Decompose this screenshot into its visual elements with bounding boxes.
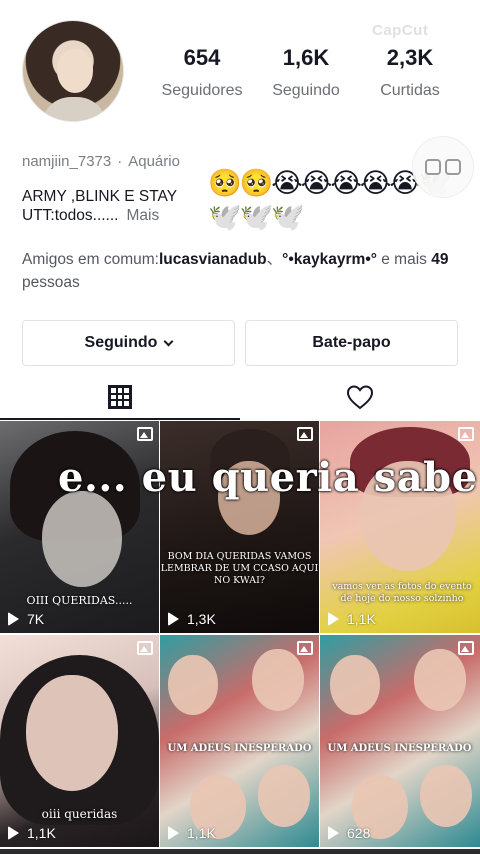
following-button[interactable]: Seguindo [22,320,235,366]
thumbnail-face [26,675,118,791]
play-icon [168,826,179,840]
video-tile[interactable]: OIII QUERIDAS..... 7K [0,421,159,633]
thumbnail-face [420,765,472,827]
view-count: 1,3K [168,611,216,627]
stat-followers[interactable]: 654 Seguidores [150,44,254,100]
next-row-strip [0,849,480,854]
profile-bio: ARMY ,BLINK E STAY UTT:todos...... Mais [22,187,177,225]
likes-label: Curtidas [380,82,440,99]
separator-dot: · [117,153,123,170]
watermark: CapCut [372,22,429,39]
mutual-friend-1: lucasvianadub [158,251,267,268]
play-icon [8,612,19,626]
floating-pip-button[interactable] [412,136,474,198]
thumbnail-face [414,649,466,711]
bio-more-link[interactable]: Mais [126,207,159,224]
username: namjiin_7373 [22,153,112,170]
view-count-value: 1,1K [347,611,376,627]
video-caption: UM ADEUS INESPERADO [167,743,312,754]
friends-separator: 、 [266,251,283,268]
view-count: 7K [8,611,44,627]
video-tile[interactable]: UM ADEUS INESPERADO 628 [320,635,480,847]
following-count: 1,6K [282,45,330,70]
play-icon [168,612,179,626]
friends-prefix: Amigos em comum: [22,251,159,268]
photo-icon [458,427,474,441]
view-count-value: 628 [347,825,371,841]
video-caption: vamos ver as fotos do evento de hoje do … [332,581,472,604]
view-count: 1,1K [328,611,376,627]
thumbnail-face [330,655,380,715]
chat-button-label: Bate-papo [312,334,391,351]
friends-suffix: pessoas [22,274,80,291]
photo-icon [297,641,313,655]
view-count-value: 1,3K [187,611,216,627]
following-label: Seguindo [272,82,340,99]
thumbnail-face [258,765,310,827]
bio-line-1: ARMY ,BLINK E STAY [22,188,178,205]
followers-count: 654 [183,45,221,70]
friends-mid: e mais [376,251,432,268]
mutual-friend-2: °•kaykayrm•° [282,251,377,268]
view-count: 1,1K [8,825,56,841]
thumbnail-face [42,491,122,587]
square-icon [425,159,441,175]
video-tile[interactable]: UM ADEUS INESPERADO 1,1K [160,635,319,847]
grid-icon [108,385,132,409]
thumbnail-face [252,649,304,711]
username-line: namjiin_7373 · Aquário [22,153,180,170]
thumbnail-face [168,655,218,715]
view-count: 1,1K [168,825,216,841]
avatar-collar [41,97,107,121]
following-button-label: Seguindo [84,334,158,351]
tab-videos[interactable] [0,374,240,420]
video-overlay-caption: e... eu queria sabe [58,454,478,501]
play-icon [8,826,19,840]
square-icon [445,159,461,175]
view-count-value: 1,1K [27,825,56,841]
photo-icon [458,641,474,655]
video-tile[interactable]: oiii queridas 1,1K [0,635,159,847]
view-count-value: 7K [27,611,45,627]
photo-icon [137,427,153,441]
mutual-friends-count: 49 [431,251,449,268]
heart-outline-icon [346,385,374,410]
view-count: 628 [328,825,370,841]
avatar-face [57,49,93,93]
zodiac-sign: Aquário [128,153,180,170]
chevron-down-icon [163,336,174,346]
video-caption: OIII QUERIDAS..... [26,594,133,607]
mutual-friends[interactable]: Amigos em comum:lucasvianadub、°•kaykayrm… [22,248,462,294]
chat-button[interactable]: Bate-papo [245,320,458,366]
likes-count: 2,3K [386,45,434,70]
video-caption: BOM DIA QUERIDAS VAMOS LEMBRAR DE UM CCA… [160,551,319,586]
video-caption: oiii queridas [41,807,118,821]
bio-line-2: UTT:todos...... [22,207,119,224]
video-tile[interactable]: BOM DIA QUERIDAS VAMOS LEMBRAR DE UM CCA… [160,421,319,633]
profile-avatar[interactable] [22,20,124,122]
photo-icon [297,427,313,441]
stat-likes[interactable]: 2,3K Curtidas [358,44,462,100]
photo-icon [137,641,153,655]
view-count-value: 1,1K [187,825,216,841]
video-tile[interactable]: vamos ver as fotos do evento de hoje do … [320,421,480,633]
video-caption: UM ADEUS INESPERADO [327,743,472,754]
tab-liked[interactable] [240,374,480,420]
play-icon [328,826,339,840]
followers-label: Seguidores [161,82,243,99]
profile-stats: 654 Seguidores 1,6K Seguindo 2,3K Curtid… [150,44,470,100]
tab-active-indicator [0,418,240,420]
stat-following[interactable]: 1,6K Seguindo [254,44,358,100]
play-icon [328,612,339,626]
